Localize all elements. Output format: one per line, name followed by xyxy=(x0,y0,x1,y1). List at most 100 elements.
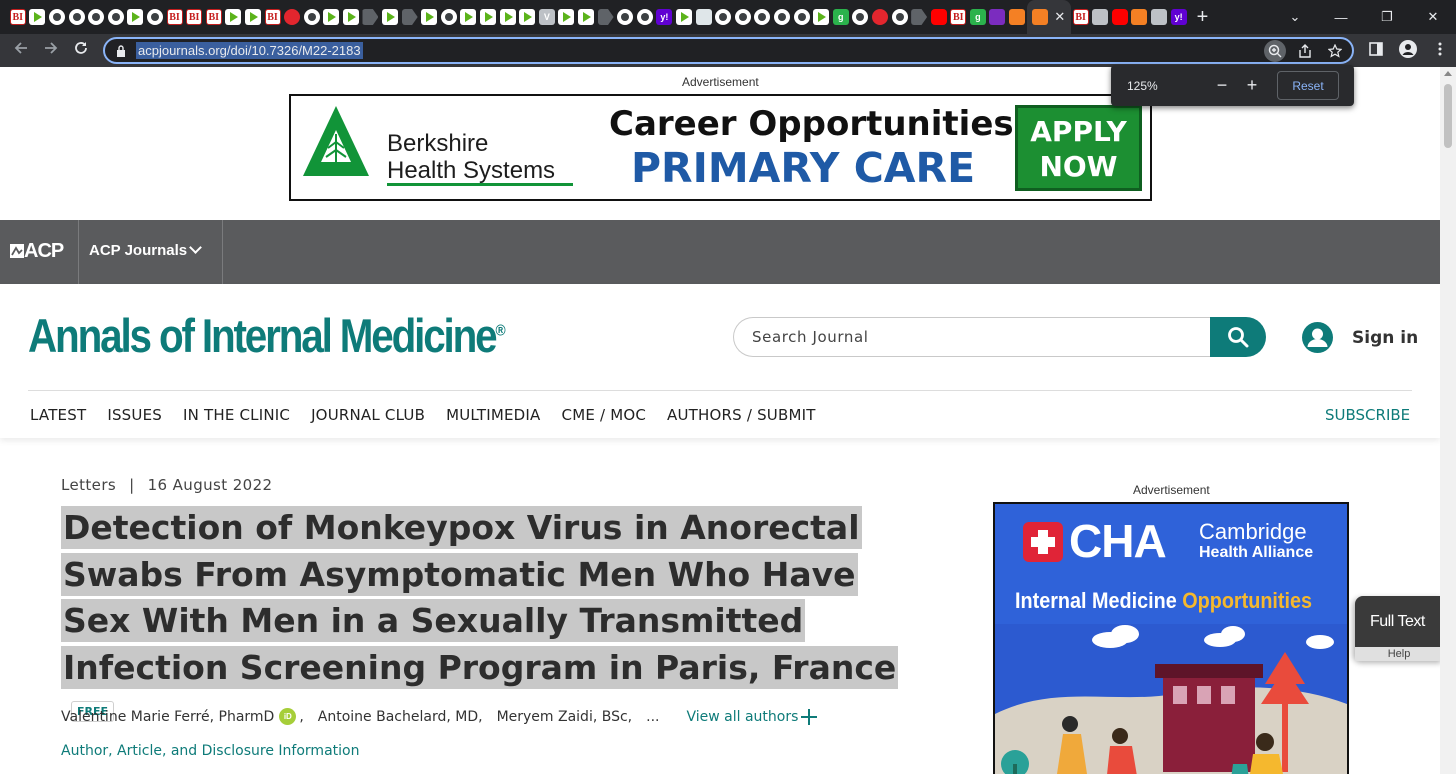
restore-button[interactable]: ❐ xyxy=(1364,9,1410,25)
lock-icon[interactable] xyxy=(115,44,127,57)
browser-tab[interactable] xyxy=(1130,0,1150,34)
browser-tab[interactable] xyxy=(498,0,518,34)
browser-tab[interactable] xyxy=(67,0,87,34)
author-2[interactable]: Antoine Bachelard, MD, xyxy=(318,709,483,725)
sign-in-link[interactable]: Sign in xyxy=(1352,328,1418,348)
nav-cme-moc[interactable]: CME / MOC xyxy=(562,406,647,424)
browser-tab[interactable] xyxy=(909,0,929,34)
browser-tab[interactable] xyxy=(224,0,244,34)
browser-tab[interactable] xyxy=(459,0,479,34)
browser-tab[interactable] xyxy=(478,0,498,34)
browser-tab[interactable] xyxy=(282,0,302,34)
bookmark-star-icon[interactable] xyxy=(1324,40,1346,62)
browser-tab[interactable] xyxy=(47,0,67,34)
browser-tab[interactable] xyxy=(322,0,342,34)
close-window-button[interactable]: ✕ xyxy=(1410,9,1456,25)
chevron-down-icon[interactable] xyxy=(189,241,202,254)
acp-journals-menu[interactable]: ACP Journals xyxy=(89,242,187,259)
top-banner-ad[interactable]: Berkshire Health Systems Career Opportun… xyxy=(289,94,1152,201)
browser-tab[interactable]: BI xyxy=(165,0,185,34)
browser-tab[interactable] xyxy=(635,0,655,34)
browser-tab[interactable] xyxy=(811,0,831,34)
new-tab-button[interactable]: + xyxy=(1188,6,1216,29)
search-button[interactable] xyxy=(1210,317,1266,357)
browser-tab[interactable] xyxy=(929,0,949,34)
active-tab[interactable]: ✕ xyxy=(1026,0,1071,34)
browser-tab[interactable] xyxy=(792,0,812,34)
browser-tab[interactable]: y! xyxy=(1169,0,1189,34)
tab-search-icon[interactable]: ⌄ xyxy=(1272,9,1318,25)
browser-tab[interactable] xyxy=(890,0,910,34)
nav-in-the-clinic[interactable]: IN THE CLINIC xyxy=(183,406,290,424)
nav-multimedia[interactable]: MULTIMEDIA xyxy=(446,406,540,424)
zoom-icon[interactable] xyxy=(1264,40,1286,62)
scroll-up-arrow-icon[interactable] xyxy=(1444,71,1452,76)
browser-tab[interactable] xyxy=(400,0,420,34)
browser-tab[interactable]: g xyxy=(831,0,851,34)
browser-tab[interactable]: BI xyxy=(949,0,969,34)
browser-tab[interactable] xyxy=(576,0,596,34)
browser-tab[interactable] xyxy=(753,0,773,34)
browser-tab[interactable] xyxy=(1110,0,1130,34)
author-1[interactable]: Valentine Marie Ferré, PharmD xyxy=(61,709,274,725)
browser-tab[interactable] xyxy=(86,0,106,34)
browser-tab[interactable]: BI xyxy=(1071,0,1091,34)
side-banner-ad[interactable]: CHA Cambridge Health Alliance Internal M… xyxy=(993,502,1349,774)
nav-journal-club[interactable]: JOURNAL CLUB xyxy=(311,406,425,424)
browser-tab[interactable] xyxy=(145,0,165,34)
apply-now-button[interactable]: APPLY NOW xyxy=(1015,105,1142,191)
browser-tab[interactable] xyxy=(674,0,694,34)
close-tab-icon[interactable]: ✕ xyxy=(1054,9,1065,25)
side-panel-icon[interactable] xyxy=(1360,42,1392,59)
browser-tab[interactable] xyxy=(694,0,714,34)
nav-issues[interactable]: ISSUES xyxy=(107,406,162,424)
browser-tab[interactable] xyxy=(419,0,439,34)
full-text-widget[interactable]: Full Text Help xyxy=(1355,596,1440,661)
browser-tab[interactable] xyxy=(733,0,753,34)
browser-tab[interactable] xyxy=(615,0,635,34)
browser-tab[interactable] xyxy=(439,0,459,34)
share-icon[interactable] xyxy=(1294,40,1316,62)
profile-icon[interactable] xyxy=(1392,40,1424,61)
browser-tab[interactable] xyxy=(341,0,361,34)
help-label[interactable]: Help xyxy=(1355,647,1440,661)
subscribe-link[interactable]: SUBSCRIBE xyxy=(1325,406,1410,424)
browser-tab[interactable]: g xyxy=(968,0,988,34)
browser-tab[interactable] xyxy=(988,0,1008,34)
browser-tab[interactable] xyxy=(1149,0,1169,34)
menu-kebab-icon[interactable] xyxy=(1424,42,1456,59)
browser-tab[interactable] xyxy=(596,0,616,34)
reload-button[interactable] xyxy=(66,41,96,60)
browser-tab[interactable] xyxy=(361,0,381,34)
browser-tab[interactable] xyxy=(1007,0,1027,34)
article-type[interactable]: Letters xyxy=(61,476,116,494)
browser-tab[interactable] xyxy=(106,0,126,34)
disclosure-info-link[interactable]: Author, Article, and Disclosure Informat… xyxy=(61,743,359,759)
back-button[interactable] xyxy=(6,41,36,60)
nav-latest[interactable]: LATEST xyxy=(30,406,86,424)
forward-button[interactable] xyxy=(36,41,66,60)
browser-tab[interactable] xyxy=(870,0,890,34)
scroll-thumb[interactable] xyxy=(1444,84,1452,148)
browser-tab[interactable]: V xyxy=(537,0,557,34)
browser-tab[interactable] xyxy=(557,0,577,34)
acp-logo[interactable]: ACP xyxy=(10,240,64,263)
browser-tab[interactable] xyxy=(772,0,792,34)
browser-tab[interactable] xyxy=(1090,0,1110,34)
browser-tab[interactable] xyxy=(851,0,871,34)
plus-icon[interactable] xyxy=(801,708,818,725)
browser-tab[interactable] xyxy=(380,0,400,34)
browser-tab[interactable]: BI xyxy=(184,0,204,34)
browser-tab[interactable]: BI xyxy=(204,0,224,34)
browser-tab[interactable]: BI xyxy=(8,0,28,34)
browser-tab[interactable] xyxy=(713,0,733,34)
author-3[interactable]: Meryem Zaidi, BSc, xyxy=(497,709,633,725)
browser-tab[interactable] xyxy=(243,0,263,34)
zoom-reset-button[interactable]: Reset xyxy=(1277,71,1339,100)
full-text-label[interactable]: Full Text xyxy=(1370,613,1425,631)
browser-tab[interactable]: BI xyxy=(263,0,283,34)
browser-tab[interactable] xyxy=(517,0,537,34)
url-text[interactable]: acpjournals.org/doi/10.7326/M22-2183 xyxy=(136,42,363,59)
orcid-icon[interactable]: iD xyxy=(279,708,297,725)
zoom-in-button[interactable]: + xyxy=(1237,75,1267,96)
